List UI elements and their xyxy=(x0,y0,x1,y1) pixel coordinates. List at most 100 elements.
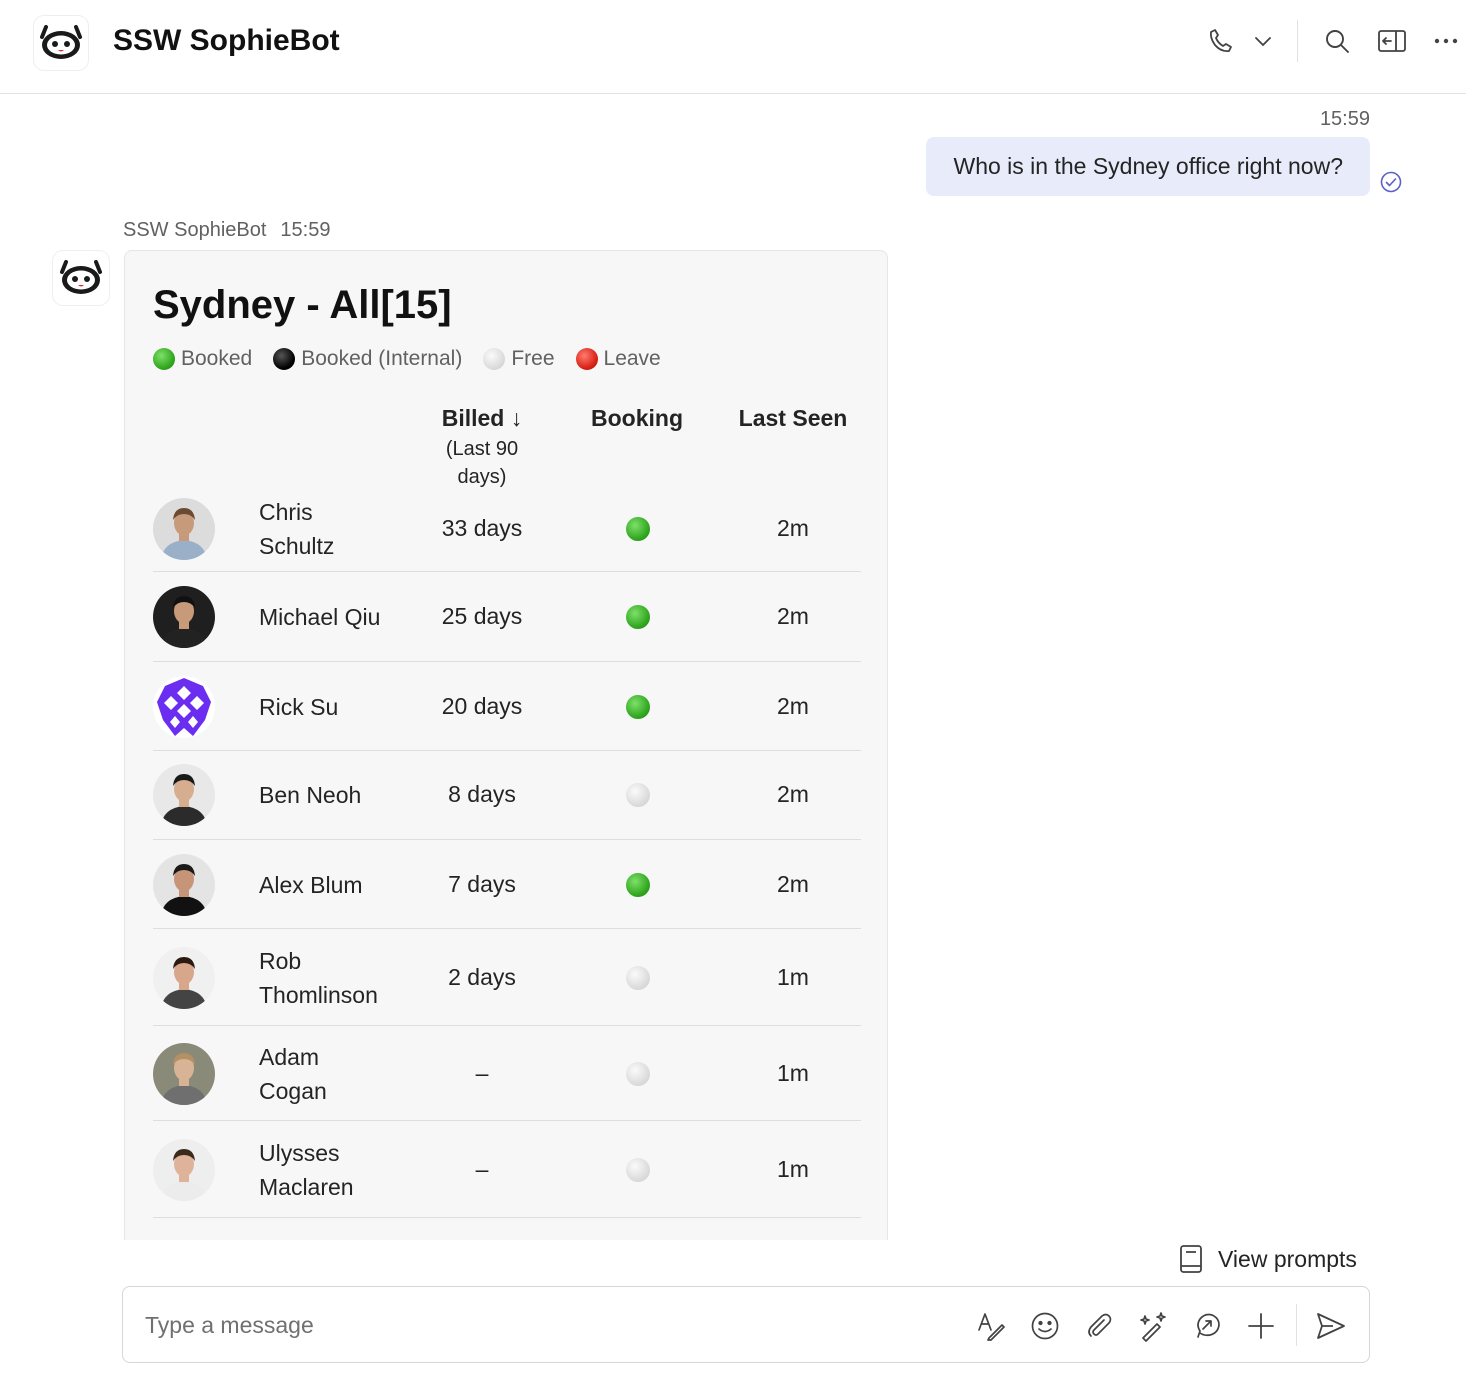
person-name-line-2: Cogan xyxy=(259,1077,327,1104)
more-options-icon[interactable] xyxy=(1429,24,1463,58)
add-icon[interactable] xyxy=(1243,1308,1279,1344)
avatar-ben-neoh[interactable] xyxy=(153,764,215,826)
grey-dot-icon xyxy=(483,348,506,370)
send-icon[interactable] xyxy=(1313,1308,1349,1344)
emoji-icon[interactable] xyxy=(1027,1308,1063,1344)
legend-item-internal: Booked (Internal) xyxy=(273,347,462,371)
bot-message-meta: SSW SophieBot 15:59 xyxy=(123,219,330,242)
booking-status-icon xyxy=(626,694,650,719)
billed-days: 20 days xyxy=(441,692,523,719)
chevron-down-icon[interactable] xyxy=(1246,24,1280,58)
user-message-bubble[interactable]: Who is in the Sydney office right now? xyxy=(926,137,1370,196)
avatar-chris-schultz[interactable] xyxy=(153,497,215,560)
bot-avatar[interactable] xyxy=(53,251,109,305)
column-header-last-seen: Last Seen xyxy=(738,405,848,431)
legend-item-free: Free xyxy=(483,347,555,371)
legend-item-booked: Booked xyxy=(153,347,252,371)
person-name: Ben Neoh xyxy=(259,778,409,812)
booking-status-icon xyxy=(626,783,650,807)
table-row: Ulysses Maclaren – 1m xyxy=(153,1121,861,1218)
chat-title: SSW SophieBot xyxy=(113,24,340,57)
billed-days: 25 days xyxy=(441,603,523,629)
card-title: Sydney - All[15] xyxy=(153,283,452,327)
person-name: Chris Schultz xyxy=(259,495,409,563)
black-dot-icon xyxy=(273,348,296,370)
person-name-line-1: Adam xyxy=(259,1043,320,1070)
view-prompts-label: View prompts xyxy=(1218,1245,1357,1272)
composer-divider xyxy=(1296,1304,1297,1346)
green-dot-icon xyxy=(153,348,175,370)
booking-status-icon xyxy=(626,516,650,541)
avatar-michael-qiu[interactable] xyxy=(153,586,215,648)
person-name: Rob Thomlinson xyxy=(259,944,409,1012)
billed-days: – xyxy=(475,1059,489,1086)
last-seen: 2m xyxy=(777,603,809,629)
table-row: Rick Su 20 days 2m xyxy=(153,662,861,751)
view-prompts-button[interactable]: View prompts xyxy=(1178,1244,1357,1274)
table-row: Chris Schultz 33 days 2m xyxy=(153,485,861,572)
person-name: Rick Su xyxy=(259,690,409,724)
user-message-time: 15:59 xyxy=(1319,108,1370,130)
last-seen: 1m xyxy=(777,1059,809,1086)
adaptive-card: Sydney - All[15] Booked Booked (Internal… xyxy=(124,250,888,1240)
last-seen: 2m xyxy=(777,514,809,541)
column-header-billed[interactable]: Billed ↓ xyxy=(407,405,557,432)
avatar-alex-blum[interactable] xyxy=(153,853,215,916)
billed-days: 7 days xyxy=(448,870,516,897)
last-seen: 2m xyxy=(777,692,809,719)
person-name: Ulysses Maclaren xyxy=(259,1136,409,1204)
person-name-line-2: Thomlinson xyxy=(259,981,378,1008)
table-row: Michael Qiu 25 days 2m xyxy=(153,572,861,662)
copilot-sparkle-icon[interactable] xyxy=(1135,1308,1171,1344)
table-row: Alex Blum 7 days 2m xyxy=(153,840,861,929)
last-seen: 2m xyxy=(777,870,809,897)
billed-days: 33 days xyxy=(441,514,523,541)
person-name-line-1: Alex Blum xyxy=(259,871,363,898)
billed-days: – xyxy=(475,1155,489,1182)
search-icon[interactable] xyxy=(1320,24,1354,58)
column-header-billed-sub-1: (Last 90 xyxy=(445,438,519,460)
booking-status-icon xyxy=(626,872,650,897)
avatar-rob-thomlinson[interactable] xyxy=(153,946,215,1009)
last-seen: 1m xyxy=(777,1155,809,1182)
column-header-booking: Booking xyxy=(591,405,683,431)
person-name: Adam Cogan xyxy=(259,1040,409,1108)
avatar-rick-su[interactable] xyxy=(153,675,215,738)
avatar-adam-cogan[interactable] xyxy=(153,1042,215,1105)
header-divider xyxy=(1297,20,1298,62)
billed-days: 8 days xyxy=(448,781,516,807)
bot-sender-name: SSW SophieBot xyxy=(123,219,267,241)
prompts-book-icon xyxy=(1180,1245,1202,1273)
call-icon[interactable] xyxy=(1204,24,1238,58)
person-name-line-1: Ben Neoh xyxy=(259,782,362,808)
legend-item-leave: Leave xyxy=(575,347,661,371)
billed-days: 2 days xyxy=(448,963,516,990)
booking-status-icon xyxy=(626,1157,650,1182)
avatar-ulysses-maclaren[interactable] xyxy=(153,1138,215,1201)
message-composer xyxy=(122,1286,1370,1363)
table-row: Adam Cogan – 1m xyxy=(153,1026,861,1121)
person-name-line-2: Schultz xyxy=(259,532,335,559)
person-name-line-1: Ulysses xyxy=(259,1139,340,1166)
sophiebot-logo xyxy=(34,16,88,70)
read-receipt-icon xyxy=(1379,170,1403,194)
person-name: Alex Blum xyxy=(259,868,409,902)
last-seen: 1m xyxy=(777,963,809,990)
person-name-line-1: Rick Su xyxy=(259,693,339,720)
chat-header: SSW SophieBot xyxy=(0,0,1466,94)
booking-status-icon xyxy=(626,965,650,990)
attach-icon[interactable] xyxy=(1081,1308,1117,1344)
bot-message-time: 15:59 xyxy=(280,219,331,241)
table-row: Rob Thomlinson 2 days 1m xyxy=(153,929,861,1026)
person-name-line-1: Michael Qiu xyxy=(259,604,381,630)
format-icon[interactable] xyxy=(973,1308,1009,1344)
message-input[interactable] xyxy=(145,1305,925,1345)
status-legend: Booked Booked (Internal) Free Leave xyxy=(153,347,682,371)
red-dot-icon xyxy=(575,348,598,370)
person-name: Michael Qiu xyxy=(259,600,409,634)
table-row: Ben Neoh 8 days 2m xyxy=(153,750,861,840)
last-seen: 2m xyxy=(777,781,809,807)
side-panel-icon[interactable] xyxy=(1375,24,1409,58)
person-name-line-2: Maclaren xyxy=(259,1173,354,1200)
loop-icon[interactable] xyxy=(1189,1308,1225,1344)
